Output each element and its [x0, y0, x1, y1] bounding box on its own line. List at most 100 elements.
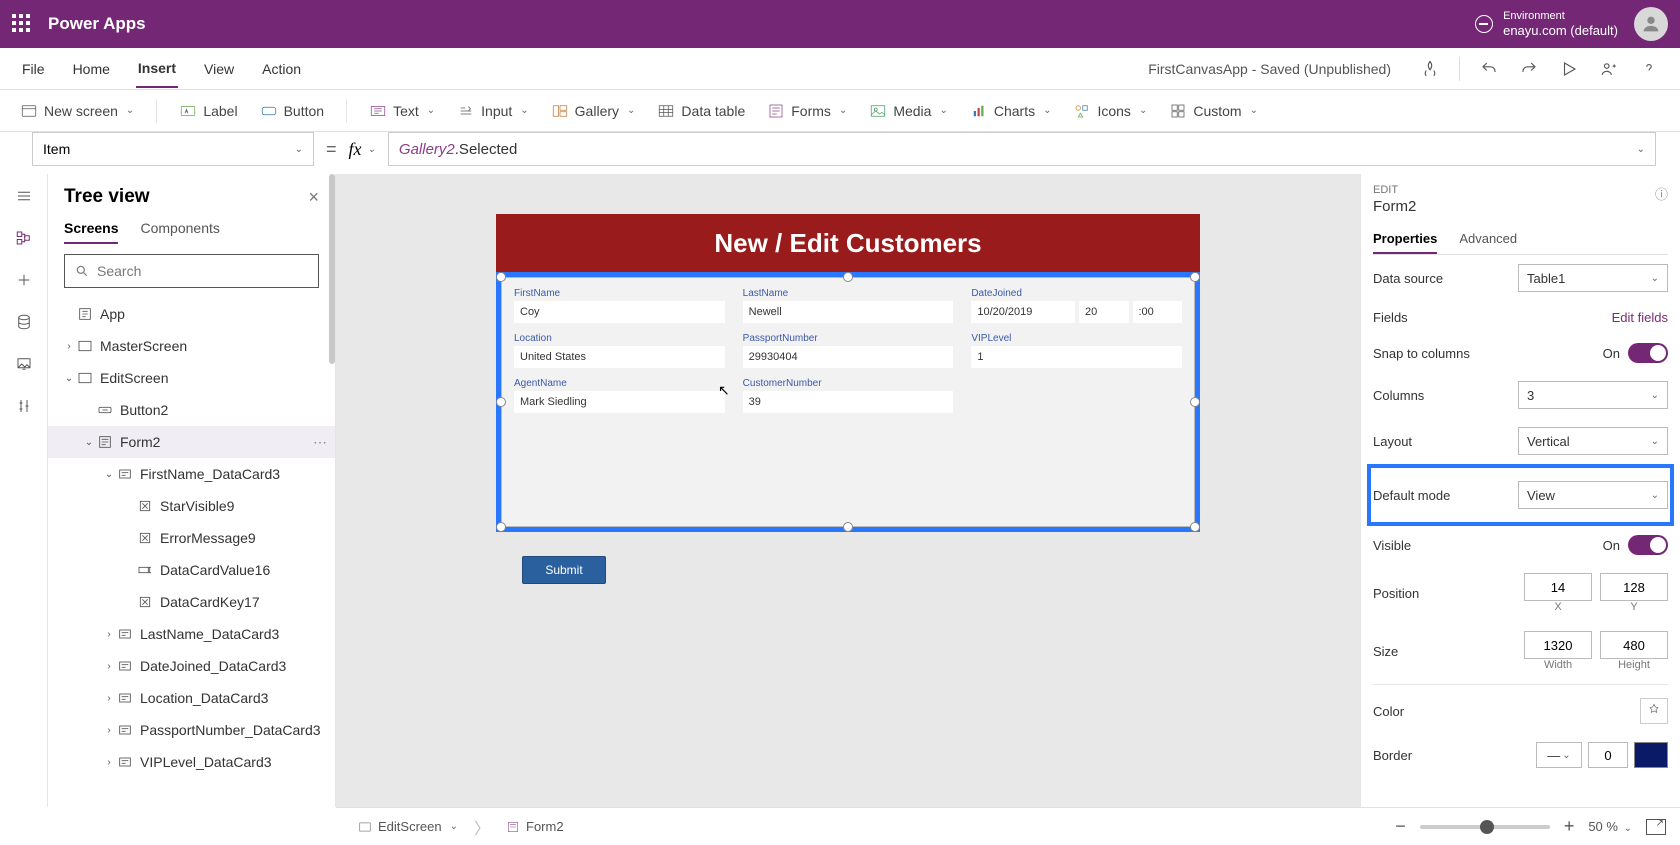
input-dropdown[interactable]: Input⌄	[457, 102, 529, 120]
charts-dropdown[interactable]: Charts⌄	[970, 102, 1052, 120]
tree-item[interactable]: ⌄FirstName_DataCard3	[48, 458, 335, 490]
layout-select[interactable]: Vertical⌄	[1518, 427, 1668, 455]
ribbon: New screen⌄ Label Button Text⌄ Input⌄ Ga…	[0, 90, 1680, 132]
data-table-button[interactable]: Data table	[657, 102, 745, 120]
tree-item[interactable]: ⌄EditScreen	[48, 362, 335, 394]
gallery-dropdown[interactable]: Gallery⌄	[551, 102, 636, 120]
field-agentname[interactable]: AgentName Mark Siedling	[514, 378, 725, 413]
menu-home[interactable]: Home	[71, 51, 112, 87]
field-location[interactable]: Location United States	[514, 333, 725, 368]
data-source-select[interactable]: Table1⌄	[1518, 264, 1668, 292]
tree-item[interactable]: StarVisible9	[48, 490, 335, 522]
titlebar: Power Apps Environment enayu.com (defaul…	[0, 0, 1680, 48]
columns-select[interactable]: 3⌄	[1518, 381, 1668, 409]
menu-file[interactable]: File	[20, 51, 47, 87]
app-launcher-icon[interactable]	[12, 14, 32, 34]
media-panel-icon[interactable]	[12, 354, 36, 374]
play-icon[interactable]	[1558, 58, 1580, 80]
new-screen-button[interactable]: New screen⌄	[20, 102, 134, 120]
tree-view-icon[interactable]	[12, 228, 36, 248]
menu-action[interactable]: Action	[260, 51, 303, 87]
visible-toggle[interactable]	[1628, 535, 1668, 555]
tree-item[interactable]: ›Location_DataCard3	[48, 682, 335, 714]
tree-item[interactable]: DataCardValue16	[48, 554, 335, 586]
color-picker[interactable]	[1640, 698, 1668, 724]
help-icon[interactable]	[1638, 58, 1660, 80]
tab-components[interactable]: Components	[140, 214, 219, 244]
zoom-slider[interactable]	[1420, 825, 1550, 829]
tab-screens[interactable]: Screens	[64, 214, 118, 244]
breadcrumb-screen[interactable]: EditScreen⌄	[350, 815, 466, 838]
property-selector[interactable]: Item⌄	[32, 132, 314, 166]
data-icon[interactable]	[12, 312, 36, 332]
button-button[interactable]: Button	[260, 102, 324, 120]
default-mode-select[interactable]: View⌄	[1518, 481, 1668, 509]
tree-item[interactable]: ⌄Form2⋯	[48, 426, 335, 458]
props-edit-label: EDIT	[1373, 184, 1416, 196]
tree-item[interactable]: ErrorMessage9	[48, 522, 335, 554]
properties-panel: EDIT Form2 ⓘ Properties Advanced Data so…	[1360, 174, 1680, 807]
submit-button[interactable]: Submit	[522, 556, 606, 584]
tab-advanced[interactable]: Advanced	[1459, 225, 1517, 254]
label-button[interactable]: Label	[179, 102, 237, 120]
left-rail	[0, 174, 48, 807]
size-h-input[interactable]	[1600, 631, 1668, 659]
breadcrumb-form[interactable]: Form2	[498, 815, 572, 838]
icons-dropdown[interactable]: Icons⌄	[1073, 102, 1147, 120]
close-icon[interactable]: ×	[308, 187, 319, 208]
forms-dropdown[interactable]: Forms⌄	[767, 102, 847, 120]
app-checker-icon[interactable]	[1419, 58, 1441, 80]
advanced-tools-icon[interactable]	[12, 396, 36, 416]
share-icon[interactable]	[1598, 58, 1620, 80]
avatar[interactable]	[1634, 7, 1668, 41]
border-style-select[interactable]: — ⌄	[1536, 742, 1582, 768]
position-y-input[interactable]	[1600, 573, 1668, 601]
field-lastname[interactable]: LastName Newell	[743, 288, 954, 323]
status-bar: EditScreen⌄ 〉 Form2 − + 50 % ⌄	[336, 807, 1680, 845]
env-name: enayu.com (default)	[1503, 23, 1618, 39]
menu-insert[interactable]: Insert	[136, 50, 178, 88]
tab-properties[interactable]: Properties	[1373, 225, 1437, 254]
tree-item[interactable]: ›LastName_DataCard3	[48, 618, 335, 650]
tree-item[interactable]: App	[48, 298, 335, 330]
text-dropdown[interactable]: Text⌄	[369, 102, 435, 120]
fit-to-screen-icon[interactable]	[1646, 819, 1666, 835]
tree-item[interactable]: ›VIPLevel_DataCard3	[48, 746, 335, 778]
zoom-out-icon[interactable]: −	[1395, 816, 1406, 837]
search-input[interactable]: Search	[64, 254, 319, 288]
tree-item[interactable]: ›DateJoined_DataCard3	[48, 650, 335, 682]
position-x-input[interactable]	[1524, 573, 1592, 601]
tree-item[interactable]: ›MasterScreen	[48, 330, 335, 362]
custom-dropdown[interactable]: Custom⌄	[1169, 102, 1258, 120]
border-color-picker[interactable]	[1634, 742, 1668, 768]
tree-item[interactable]: DataCardKey17	[48, 586, 335, 618]
canvas[interactable]: New / Edit Customers FirstName Coy LastN…	[336, 174, 1360, 807]
tree-item[interactable]: Button2	[48, 394, 335, 426]
menu-view[interactable]: View	[202, 51, 236, 87]
snap-toggle[interactable]	[1628, 343, 1668, 363]
edit-fields-link[interactable]: Edit fields	[1612, 310, 1668, 325]
field-firstname[interactable]: FirstName Coy	[514, 288, 725, 323]
form-selected[interactable]: FirstName Coy LastName Newell DateJoined…	[496, 272, 1200, 532]
border-width-input[interactable]	[1588, 742, 1628, 768]
page-title: New / Edit Customers	[496, 214, 1200, 272]
brand-title: Power Apps	[48, 14, 146, 34]
field-datejoined[interactable]: DateJoined 10/20/2019 20 :00	[971, 288, 1182, 323]
insert-icon[interactable]	[12, 270, 36, 290]
undo-icon[interactable]	[1478, 58, 1500, 80]
globe-icon	[1475, 15, 1493, 33]
field-viplevel[interactable]: VIPLevel 1	[971, 333, 1182, 368]
media-dropdown[interactable]: Media⌄	[869, 102, 948, 120]
field-passport[interactable]: PassportNumber 29930404	[743, 333, 954, 368]
size-w-input[interactable]	[1524, 631, 1592, 659]
tree-item[interactable]: ›PassportNumber_DataCard3	[48, 714, 335, 746]
hamburger-icon[interactable]	[12, 186, 36, 206]
environment-picker[interactable]: Environment enayu.com (default)	[1475, 10, 1618, 39]
redo-icon[interactable]	[1518, 58, 1540, 80]
zoom-in-icon[interactable]: +	[1564, 816, 1575, 837]
field-customernumber[interactable]: CustomerNumber 39	[743, 378, 954, 413]
menu-bar: File Home Insert View Action FirstCanvas…	[0, 48, 1680, 90]
help-circle-icon[interactable]: ⓘ	[1655, 184, 1668, 203]
fx-icon[interactable]: fx⌄	[349, 139, 376, 160]
formula-input[interactable]: Gallery2.Selected ⌄	[388, 132, 1656, 166]
